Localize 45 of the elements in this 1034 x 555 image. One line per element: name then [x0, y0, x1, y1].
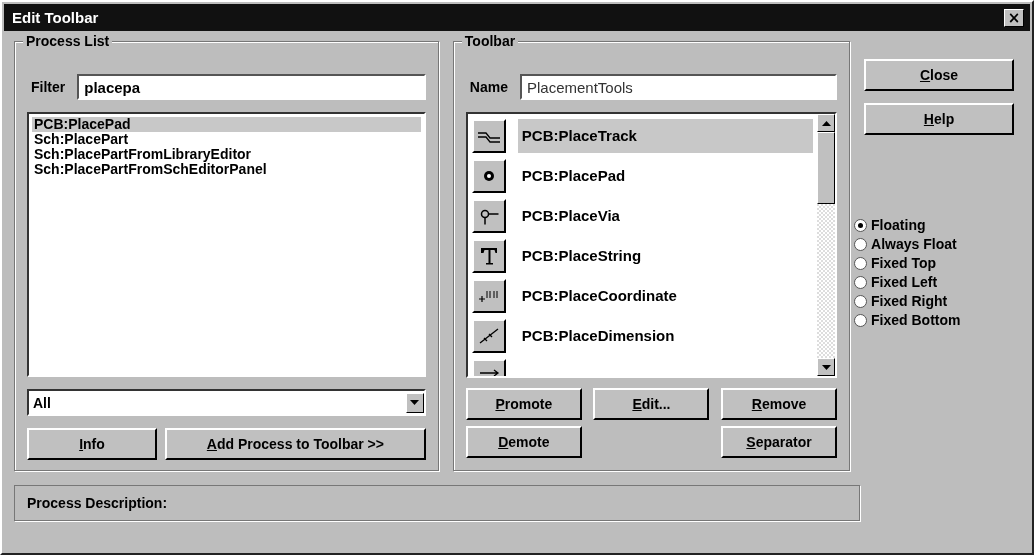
add-process-button[interactable]: Add Process to Toolbar >>	[165, 428, 426, 460]
category-dropdown[interactable]: All	[27, 389, 426, 416]
toolbar-action-button[interactable]: Demote	[465, 426, 582, 458]
name-label: Name	[469, 79, 508, 95]
toolbar-item[interactable]: PCB:PlaceVia	[517, 199, 814, 233]
toolbar-action-button[interactable]: Remove	[721, 388, 838, 420]
dock-radio[interactable]: Fixed Bottom	[854, 312, 1022, 328]
window-title: Edit Toolbar	[12, 9, 99, 26]
dock-radio[interactable]: Floating	[854, 217, 1022, 233]
info-button[interactable]: Info	[27, 428, 157, 460]
toolbar-item[interactable]: PCB:PlaceTrack	[517, 119, 814, 153]
coordinate-icon	[471, 279, 506, 313]
toolbar-action-button[interactable]: Promote	[465, 388, 582, 420]
scroll-up-icon[interactable]	[817, 114, 836, 132]
name-field[interactable]: PlacementTools	[520, 74, 838, 100]
side-button[interactable]: Help	[864, 103, 1015, 135]
pad-icon	[471, 159, 506, 193]
process-item[interactable]: Sch:PlacePartFromSchEditorPanel	[32, 162, 421, 177]
description-label: Process Description:	[27, 495, 168, 511]
via-icon	[471, 199, 506, 233]
dock-radio[interactable]: Fixed Left	[854, 274, 1022, 290]
dimension-icon	[471, 319, 506, 353]
group-title: Process List	[23, 33, 113, 49]
side-button[interactable]: Close	[864, 59, 1015, 91]
filter-field[interactable]: placepa	[77, 74, 426, 100]
toolbar-item[interactable]: PCB:PlacePad	[517, 159, 814, 193]
process-item[interactable]: PCB:PlacePad	[32, 117, 421, 132]
toolbar-item[interactable]: PCB:PlaceCoordinate	[517, 279, 814, 313]
scroll-thumb[interactable]	[817, 132, 836, 204]
dock-radio[interactable]: Always Float	[854, 236, 1022, 252]
group-title: Toolbar	[461, 33, 519, 49]
toolbar-action-button[interactable]: Edit...	[593, 388, 710, 420]
scroll-down-icon[interactable]	[817, 358, 836, 376]
scrollbar[interactable]	[817, 114, 836, 376]
dock-radio[interactable]: Fixed Top	[854, 255, 1022, 271]
process-item[interactable]: Sch:PlacePartFromLibraryEditor	[32, 147, 421, 162]
dock-radio[interactable]: Fixed Right	[854, 293, 1022, 309]
toolbar-action-button[interactable]: Separator	[721, 426, 838, 458]
process-item[interactable]: Sch:PlacePart	[32, 132, 421, 147]
close-button[interactable]: ×	[1004, 8, 1024, 27]
toolbar-item[interactable]: PCB:PlaceDimension	[517, 319, 814, 353]
track-icon	[471, 119, 506, 153]
string-icon	[471, 239, 506, 273]
toolbar-item[interactable]: PCB:PlaceString	[517, 239, 814, 273]
filter-label: Filter	[31, 79, 66, 95]
